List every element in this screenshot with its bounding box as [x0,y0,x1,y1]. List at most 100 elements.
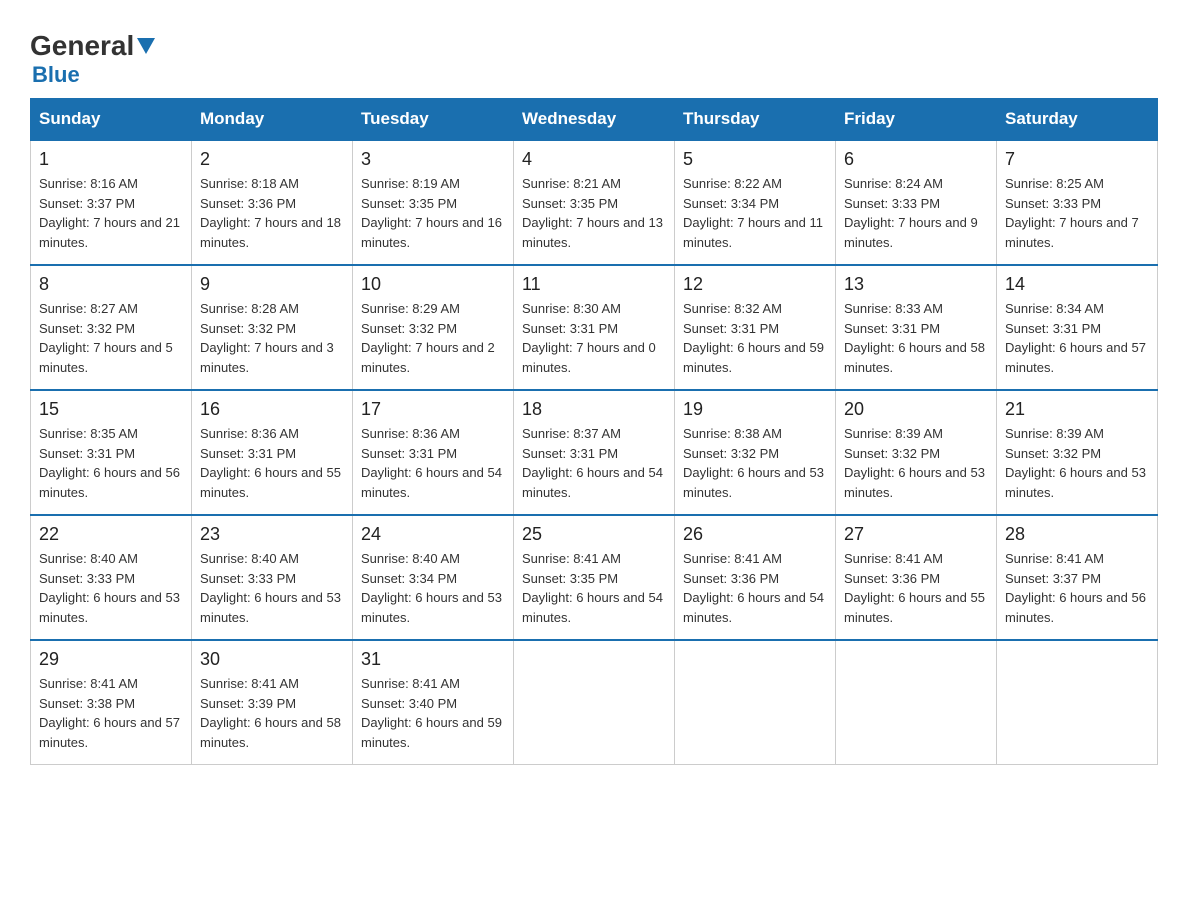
logo: General Blue [30,30,155,88]
day-number: 2 [200,149,344,170]
calendar-cell: 15 Sunrise: 8:35 AM Sunset: 3:31 PM Dayl… [31,390,192,515]
calendar-cell: 6 Sunrise: 8:24 AM Sunset: 3:33 PM Dayli… [836,140,997,265]
calendar-cell: 24 Sunrise: 8:40 AM Sunset: 3:34 PM Dayl… [353,515,514,640]
day-info: Sunrise: 8:32 AM Sunset: 3:31 PM Dayligh… [683,299,827,377]
calendar-cell: 2 Sunrise: 8:18 AM Sunset: 3:36 PM Dayli… [192,140,353,265]
day-info: Sunrise: 8:36 AM Sunset: 3:31 PM Dayligh… [200,424,344,502]
day-number: 13 [844,274,988,295]
day-info: Sunrise: 8:41 AM Sunset: 3:39 PM Dayligh… [200,674,344,752]
calendar-cell: 21 Sunrise: 8:39 AM Sunset: 3:32 PM Dayl… [997,390,1158,515]
calendar-cell: 7 Sunrise: 8:25 AM Sunset: 3:33 PM Dayli… [997,140,1158,265]
day-info: Sunrise: 8:29 AM Sunset: 3:32 PM Dayligh… [361,299,505,377]
day-number: 25 [522,524,666,545]
day-info: Sunrise: 8:37 AM Sunset: 3:31 PM Dayligh… [522,424,666,502]
day-info: Sunrise: 8:18 AM Sunset: 3:36 PM Dayligh… [200,174,344,252]
calendar-cell: 20 Sunrise: 8:39 AM Sunset: 3:32 PM Dayl… [836,390,997,515]
day-info: Sunrise: 8:41 AM Sunset: 3:36 PM Dayligh… [844,549,988,627]
calendar-cell: 10 Sunrise: 8:29 AM Sunset: 3:32 PM Dayl… [353,265,514,390]
day-number: 4 [522,149,666,170]
day-number: 19 [683,399,827,420]
day-info: Sunrise: 8:36 AM Sunset: 3:31 PM Dayligh… [361,424,505,502]
day-header-sunday: Sunday [31,99,192,141]
day-info: Sunrise: 8:28 AM Sunset: 3:32 PM Dayligh… [200,299,344,377]
day-info: Sunrise: 8:38 AM Sunset: 3:32 PM Dayligh… [683,424,827,502]
day-info: Sunrise: 8:41 AM Sunset: 3:37 PM Dayligh… [1005,549,1149,627]
day-number: 7 [1005,149,1149,170]
calendar-cell: 12 Sunrise: 8:32 AM Sunset: 3:31 PM Dayl… [675,265,836,390]
calendar-cell: 26 Sunrise: 8:41 AM Sunset: 3:36 PM Dayl… [675,515,836,640]
calendar-cell: 9 Sunrise: 8:28 AM Sunset: 3:32 PM Dayli… [192,265,353,390]
day-info: Sunrise: 8:22 AM Sunset: 3:34 PM Dayligh… [683,174,827,252]
day-number: 12 [683,274,827,295]
day-number: 17 [361,399,505,420]
calendar-cell: 8 Sunrise: 8:27 AM Sunset: 3:32 PM Dayli… [31,265,192,390]
day-info: Sunrise: 8:30 AM Sunset: 3:31 PM Dayligh… [522,299,666,377]
calendar-cell: 25 Sunrise: 8:41 AM Sunset: 3:35 PM Dayl… [514,515,675,640]
calendar-week-3: 15 Sunrise: 8:35 AM Sunset: 3:31 PM Dayl… [31,390,1158,515]
calendar-cell: 17 Sunrise: 8:36 AM Sunset: 3:31 PM Dayl… [353,390,514,515]
day-number: 23 [200,524,344,545]
day-number: 10 [361,274,505,295]
calendar-cell: 18 Sunrise: 8:37 AM Sunset: 3:31 PM Dayl… [514,390,675,515]
calendar-cell: 23 Sunrise: 8:40 AM Sunset: 3:33 PM Dayl… [192,515,353,640]
day-header-friday: Friday [836,99,997,141]
calendar-table: SundayMondayTuesdayWednesdayThursdayFrid… [30,98,1158,765]
day-number: 28 [1005,524,1149,545]
day-number: 29 [39,649,183,670]
day-header-wednesday: Wednesday [514,99,675,141]
day-number: 22 [39,524,183,545]
day-header-monday: Monday [192,99,353,141]
calendar-cell: 28 Sunrise: 8:41 AM Sunset: 3:37 PM Dayl… [997,515,1158,640]
logo-general-text: General [30,30,134,62]
day-info: Sunrise: 8:21 AM Sunset: 3:35 PM Dayligh… [522,174,666,252]
logo-arrow-icon [137,38,155,59]
day-info: Sunrise: 8:39 AM Sunset: 3:32 PM Dayligh… [1005,424,1149,502]
day-info: Sunrise: 8:41 AM Sunset: 3:35 PM Dayligh… [522,549,666,627]
day-number: 6 [844,149,988,170]
calendar-header-row: SundayMondayTuesdayWednesdayThursdayFrid… [31,99,1158,141]
calendar-cell: 27 Sunrise: 8:41 AM Sunset: 3:36 PM Dayl… [836,515,997,640]
day-number: 21 [1005,399,1149,420]
day-number: 5 [683,149,827,170]
day-info: Sunrise: 8:41 AM Sunset: 3:40 PM Dayligh… [361,674,505,752]
day-info: Sunrise: 8:33 AM Sunset: 3:31 PM Dayligh… [844,299,988,377]
day-info: Sunrise: 8:40 AM Sunset: 3:34 PM Dayligh… [361,549,505,627]
calendar-cell: 30 Sunrise: 8:41 AM Sunset: 3:39 PM Dayl… [192,640,353,765]
day-header-thursday: Thursday [675,99,836,141]
day-number: 11 [522,274,666,295]
day-number: 8 [39,274,183,295]
day-number: 9 [200,274,344,295]
day-info: Sunrise: 8:41 AM Sunset: 3:38 PM Dayligh… [39,674,183,752]
calendar-week-5: 29 Sunrise: 8:41 AM Sunset: 3:38 PM Dayl… [31,640,1158,765]
day-info: Sunrise: 8:25 AM Sunset: 3:33 PM Dayligh… [1005,174,1149,252]
day-number: 27 [844,524,988,545]
day-info: Sunrise: 8:19 AM Sunset: 3:35 PM Dayligh… [361,174,505,252]
calendar-cell: 31 Sunrise: 8:41 AM Sunset: 3:40 PM Dayl… [353,640,514,765]
day-number: 16 [200,399,344,420]
day-info: Sunrise: 8:35 AM Sunset: 3:31 PM Dayligh… [39,424,183,502]
calendar-cell: 11 Sunrise: 8:30 AM Sunset: 3:31 PM Dayl… [514,265,675,390]
day-number: 1 [39,149,183,170]
calendar-cell: 1 Sunrise: 8:16 AM Sunset: 3:37 PM Dayli… [31,140,192,265]
day-info: Sunrise: 8:39 AM Sunset: 3:32 PM Dayligh… [844,424,988,502]
day-info: Sunrise: 8:24 AM Sunset: 3:33 PM Dayligh… [844,174,988,252]
day-number: 18 [522,399,666,420]
calendar-week-4: 22 Sunrise: 8:40 AM Sunset: 3:33 PM Dayl… [31,515,1158,640]
day-info: Sunrise: 8:27 AM Sunset: 3:32 PM Dayligh… [39,299,183,377]
calendar-cell: 13 Sunrise: 8:33 AM Sunset: 3:31 PM Dayl… [836,265,997,390]
day-number: 14 [1005,274,1149,295]
day-number: 31 [361,649,505,670]
day-number: 24 [361,524,505,545]
day-header-saturday: Saturday [997,99,1158,141]
calendar-cell: 4 Sunrise: 8:21 AM Sunset: 3:35 PM Dayli… [514,140,675,265]
day-info: Sunrise: 8:40 AM Sunset: 3:33 PM Dayligh… [200,549,344,627]
calendar-cell: 22 Sunrise: 8:40 AM Sunset: 3:33 PM Dayl… [31,515,192,640]
calendar-cell: 19 Sunrise: 8:38 AM Sunset: 3:32 PM Dayl… [675,390,836,515]
page-header: General Blue [30,20,1158,88]
day-number: 3 [361,149,505,170]
calendar-cell: 29 Sunrise: 8:41 AM Sunset: 3:38 PM Dayl… [31,640,192,765]
calendar-cell [997,640,1158,765]
calendar-cell: 16 Sunrise: 8:36 AM Sunset: 3:31 PM Dayl… [192,390,353,515]
calendar-cell: 5 Sunrise: 8:22 AM Sunset: 3:34 PM Dayli… [675,140,836,265]
day-number: 26 [683,524,827,545]
